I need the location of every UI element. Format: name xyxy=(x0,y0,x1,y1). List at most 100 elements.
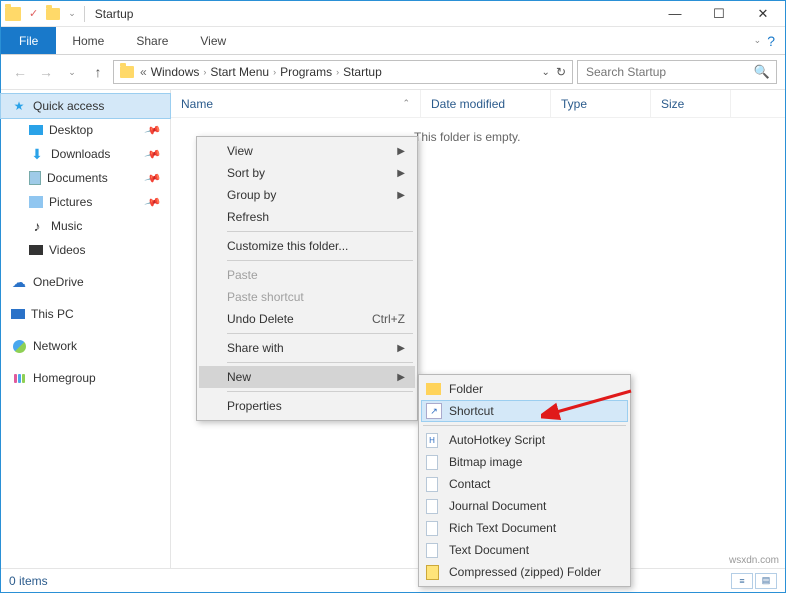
sidebar-downloads[interactable]: ⬇ Downloads 📌 xyxy=(1,142,170,166)
sidebar-label: Videos xyxy=(49,243,85,257)
forward-button[interactable]: → xyxy=(35,61,57,83)
submenu-arrow-icon: ▶ xyxy=(397,146,405,157)
qat-properties-icon[interactable]: ✓ xyxy=(29,7,38,20)
new-zip[interactable]: Compressed (zipped) Folder xyxy=(421,561,628,583)
address-dropdown-icon[interactable]: ⌄ xyxy=(542,67,550,78)
new-ahk[interactable]: HAutoHotkey Script xyxy=(421,429,628,451)
tab-share[interactable]: Share xyxy=(120,27,184,54)
address-overflow-icon[interactable]: « xyxy=(138,65,149,79)
menu-new[interactable]: New▶ xyxy=(199,366,415,388)
file-icon: H xyxy=(426,433,438,448)
menu-separator xyxy=(423,425,626,426)
file-icon xyxy=(426,477,438,492)
minimize-button[interactable]: — xyxy=(653,1,697,27)
star-icon: ★ xyxy=(11,98,27,114)
column-size[interactable]: Size xyxy=(651,90,731,117)
new-folder[interactable]: Folder xyxy=(421,378,628,400)
column-date[interactable]: Date modified xyxy=(421,90,551,117)
file-icon xyxy=(426,521,438,536)
details-view-button[interactable]: ≡ xyxy=(731,573,753,589)
menu-customize[interactable]: Customize this folder... xyxy=(199,235,415,257)
sidebar-label: Downloads xyxy=(51,147,110,161)
refresh-icon[interactable]: ↻ xyxy=(556,65,566,79)
new-bitmap[interactable]: Bitmap image xyxy=(421,451,628,473)
menu-sharewith[interactable]: Share with▶ xyxy=(199,337,415,359)
title-separator xyxy=(84,6,85,22)
tab-home[interactable]: Home xyxy=(56,27,120,54)
menu-paste-shortcut: Paste shortcut xyxy=(199,286,415,308)
tab-file[interactable]: File xyxy=(1,27,56,54)
sidebar-desktop[interactable]: Desktop 📌 xyxy=(1,118,170,142)
qat-dropdown-icon[interactable]: ⌄ xyxy=(68,8,76,19)
ribbon-tabs: File Home Share View ⌄ ? xyxy=(1,27,785,55)
sidebar-thispc[interactable]: This PC xyxy=(1,302,170,326)
sidebar-videos[interactable]: Videos xyxy=(1,238,170,262)
chevron-right-icon[interactable]: › xyxy=(334,67,341,77)
documents-icon xyxy=(29,171,41,185)
tab-view[interactable]: View xyxy=(184,27,242,54)
sidebar-pictures[interactable]: Pictures 📌 xyxy=(1,190,170,214)
file-icon xyxy=(426,543,438,558)
sidebar-quick-access[interactable]: ★ Quick access xyxy=(1,94,170,118)
sidebar-network[interactable]: Network xyxy=(1,334,170,358)
ribbon-collapse-icon[interactable]: ⌄ xyxy=(754,35,762,46)
column-type[interactable]: Type xyxy=(551,90,651,117)
window-controls: — ☐ ✕ xyxy=(653,1,785,27)
search-icon[interactable]: 🔍 xyxy=(754,64,770,80)
menu-groupby[interactable]: Group by▶ xyxy=(199,184,415,206)
shortcut-label: Ctrl+Z xyxy=(372,312,405,326)
watermark: wsxdn.com xyxy=(729,555,779,566)
help-icon[interactable]: ? xyxy=(767,33,775,49)
maximize-button[interactable]: ☐ xyxy=(697,1,741,27)
search-box[interactable]: 🔍 xyxy=(577,60,777,84)
menu-refresh[interactable]: Refresh xyxy=(199,206,415,228)
folder-icon[interactable] xyxy=(5,7,21,21)
menu-undo-delete[interactable]: Undo DeleteCtrl+Z xyxy=(199,308,415,330)
address-row: ← → ⌄ ↑ « Windows › Start Menu › Program… xyxy=(1,55,785,89)
icons-view-button[interactable]: ▤ xyxy=(755,573,777,589)
sidebar-music[interactable]: ♪ Music xyxy=(1,214,170,238)
navigation-pane: ★ Quick access Desktop 📌 ⬇ Downloads 📌 D… xyxy=(1,90,171,568)
close-button[interactable]: ✕ xyxy=(741,1,785,27)
window-title: Startup xyxy=(95,7,134,21)
menu-view[interactable]: View▶ xyxy=(199,140,415,162)
quick-access-toolbar: ✓ ⌄ xyxy=(1,7,80,21)
back-button[interactable]: ← xyxy=(9,61,31,83)
pin-icon: 📌 xyxy=(144,121,162,139)
column-name[interactable]: Name ⌃ xyxy=(171,90,421,117)
menu-properties[interactable]: Properties xyxy=(199,395,415,417)
sidebar-documents[interactable]: Documents 📌 xyxy=(1,166,170,190)
sidebar-homegroup[interactable]: Homegroup xyxy=(1,366,170,390)
breadcrumb-programs[interactable]: Programs xyxy=(278,65,334,79)
menu-sortby[interactable]: Sort by▶ xyxy=(199,162,415,184)
search-input[interactable] xyxy=(584,64,754,80)
downloads-icon: ⬇ xyxy=(29,146,45,162)
chevron-right-icon[interactable]: › xyxy=(201,67,208,77)
new-contact[interactable]: Contact xyxy=(421,473,628,495)
new-shortcut[interactable]: Shortcut xyxy=(421,400,628,422)
chevron-right-icon[interactable]: › xyxy=(271,67,278,77)
new-txt[interactable]: Text Document xyxy=(421,539,628,561)
qat-newfolder-icon[interactable] xyxy=(46,8,60,20)
music-icon: ♪ xyxy=(29,218,45,234)
new-rtf[interactable]: Rich Text Document xyxy=(421,517,628,539)
menu-paste: Paste xyxy=(199,264,415,286)
sidebar-label: Network xyxy=(33,339,77,353)
breadcrumb-startmenu[interactable]: Start Menu xyxy=(208,65,271,79)
sidebar-label: OneDrive xyxy=(33,275,84,289)
sidebar-label: This PC xyxy=(31,307,74,321)
up-button[interactable]: ↑ xyxy=(87,61,109,83)
breadcrumb-windows[interactable]: Windows xyxy=(149,65,202,79)
sidebar-onedrive[interactable]: ☁ OneDrive xyxy=(1,270,170,294)
menu-separator xyxy=(227,231,413,232)
thispc-icon xyxy=(11,309,25,319)
pin-icon: 📌 xyxy=(144,145,162,163)
sidebar-label: Music xyxy=(51,219,82,233)
recent-locations-icon[interactable]: ⌄ xyxy=(61,61,83,83)
breadcrumb-startup[interactable]: Startup xyxy=(341,65,384,79)
sidebar-label: Desktop xyxy=(49,123,93,137)
menu-separator xyxy=(227,260,413,261)
new-journal[interactable]: Journal Document xyxy=(421,495,628,517)
address-bar[interactable]: « Windows › Start Menu › Programs › Star… xyxy=(113,60,573,84)
empty-folder-message: This folder is empty. xyxy=(414,130,520,144)
